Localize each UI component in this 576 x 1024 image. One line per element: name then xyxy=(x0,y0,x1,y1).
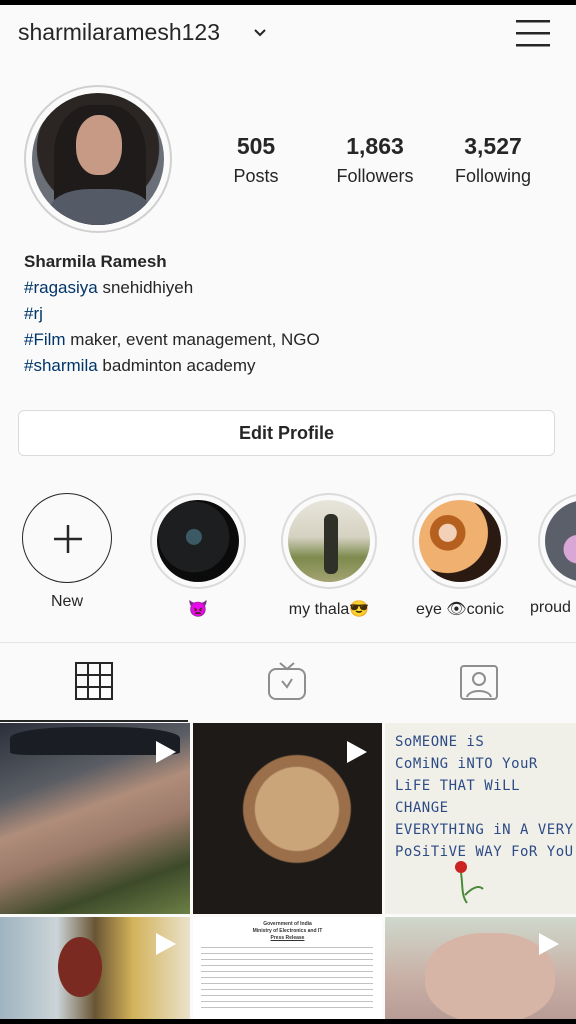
highlight-thumbnail xyxy=(288,500,370,582)
quote-line: EVERYTHING iN A VERY xyxy=(395,822,574,838)
highlight-ring xyxy=(150,493,246,589)
followers-count: 1,863 xyxy=(346,133,404,159)
quote-line: LiFE THAT WiLL CHANGE xyxy=(395,778,521,816)
highlight-item[interactable]: proud xyxy=(530,493,576,617)
hamburger-menu-icon[interactable] xyxy=(514,17,552,49)
highlight-label: eye 👁conic xyxy=(416,601,504,618)
post-thumbnail[interactable] xyxy=(385,917,576,1019)
highlight-new[interactable]: New xyxy=(17,493,117,611)
highlight-ring xyxy=(281,493,377,589)
highlight-label: my thala😎 xyxy=(288,601,370,618)
hashtag-link[interactable]: #sharmila xyxy=(24,356,98,375)
bio-line: #rj xyxy=(24,301,320,327)
document-text: Government of India Ministry of Electron… xyxy=(193,917,382,942)
stat-following[interactable]: 3,527 Following xyxy=(444,133,542,187)
post-thumbnail[interactable] xyxy=(193,723,382,914)
highlight-ring xyxy=(412,493,508,589)
highlight-thumbnail xyxy=(157,500,239,582)
stat-posts[interactable]: 505 Posts xyxy=(214,133,298,187)
bio-text: badminton academy xyxy=(97,356,256,375)
highlight-thumbnail xyxy=(419,500,501,582)
video-play-icon xyxy=(156,933,176,955)
bio-text: maker, event management, NGO xyxy=(65,330,320,349)
video-play-icon xyxy=(539,933,559,955)
following-count: 3,527 xyxy=(464,133,522,159)
active-tab-indicator xyxy=(0,720,188,722)
posts-count: 505 xyxy=(236,133,276,159)
bio-line: #sharmila badminton academy xyxy=(24,353,320,379)
post-thumbnail[interactable]: SoMEONE iS CoMiNG iNTO YouR LiFE THAT Wi… xyxy=(385,723,576,914)
bio-line: #ragasiya snehidhiyeh xyxy=(24,275,320,301)
avatar-photo xyxy=(32,93,164,225)
doc-line: Ministry of Electronics and IT xyxy=(252,928,323,934)
flower-drawing xyxy=(455,861,484,904)
highlight-thumbnail xyxy=(545,500,576,582)
display-name: Sharmila Ramesh xyxy=(24,252,167,271)
new-highlight-circle xyxy=(22,493,112,583)
quote-line: SoMEONE iS xyxy=(395,734,485,750)
post-thumbnail[interactable] xyxy=(0,917,190,1019)
highlight-label: New xyxy=(50,593,83,610)
chevron-down-icon[interactable] xyxy=(252,25,268,41)
quote-text: SoMEONE iS CoMiNG iNTO YouR LiFE THAT Wi… xyxy=(395,731,576,863)
hashtag-link[interactable]: #ragasiya xyxy=(24,278,98,297)
highlight-item[interactable]: eye 👁conic xyxy=(410,493,510,619)
profile-header: sharmilaramesh123 xyxy=(0,5,576,61)
username-switcher[interactable]: sharmilaramesh123 xyxy=(18,19,220,46)
following-label: Following xyxy=(454,166,532,186)
highlight-ring xyxy=(538,493,576,589)
highlight-label: proud xyxy=(530,599,571,616)
edit-profile-button[interactable]: Edit Profile xyxy=(18,410,555,456)
grid-icon[interactable] xyxy=(74,661,114,701)
profile-avatar[interactable] xyxy=(24,85,172,233)
hashtag-link[interactable]: #Film xyxy=(24,330,66,349)
bio-text: snehidhiyeh xyxy=(97,278,194,297)
stat-followers[interactable]: 1,863 Followers xyxy=(324,133,426,187)
highlight-item[interactable]: 👿 xyxy=(148,493,248,619)
profile-screen: sharmilaramesh123 505 Posts 1,863 Follow… xyxy=(0,5,576,1019)
video-play-icon xyxy=(156,741,176,763)
profile-bio: Sharmila Ramesh #ragasiya snehidhiyeh #r… xyxy=(24,249,320,379)
quote-line: CoMiNG iNTO YouR xyxy=(395,756,538,772)
post-thumbnail[interactable]: Government of India Ministry of Electron… xyxy=(193,917,382,1019)
profile-tabs xyxy=(0,642,576,723)
plus-icon xyxy=(54,525,82,553)
tagged-person-icon[interactable] xyxy=(459,661,499,701)
post-thumbnail[interactable] xyxy=(0,723,190,914)
bio-line: #Film maker, event management, NGO xyxy=(24,327,320,353)
hashtag-link[interactable]: #rj xyxy=(24,304,43,323)
video-play-icon xyxy=(347,741,367,763)
igtv-icon[interactable] xyxy=(267,661,307,701)
followers-label: Followers xyxy=(336,166,414,186)
doc-line: Government of India xyxy=(263,921,312,927)
doc-line: Press Release xyxy=(270,935,305,941)
posts-label: Posts xyxy=(233,166,279,186)
highlight-label: 👿 xyxy=(188,601,208,618)
highlight-item[interactable]: my thala😎 xyxy=(279,493,379,619)
